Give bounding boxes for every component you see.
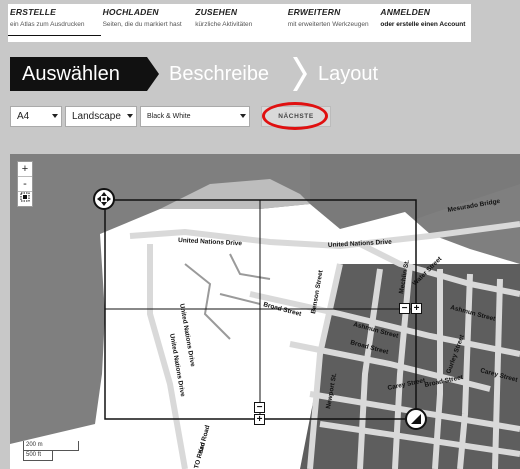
map-canvas[interactable]: United Nations Drive United Nations Driv… [10, 154, 520, 469]
scale-imperial: 500 ft [23, 451, 53, 461]
step-wizard: Auswählen Beschreibe Layout [10, 57, 520, 91]
nav-item-zusehen[interactable]: ZUSEHEN kürzliche Aktivitäten [193, 4, 286, 42]
style-value: Black & White [147, 113, 191, 120]
move-arrows-icon [97, 192, 111, 206]
nav-title: ZUSEHEN [195, 7, 238, 17]
resize-handle[interactable] [405, 408, 427, 430]
step-auswaehlen[interactable]: Auswählen [10, 57, 159, 91]
select-area-button[interactable] [18, 192, 32, 206]
select-area-icon [20, 192, 30, 202]
chevron-down-icon [240, 114, 246, 118]
nav-subtitle: mit erweiterten Werkzeugen [287, 21, 369, 28]
paper-size-select[interactable]: A4 [10, 106, 62, 127]
remove-row-button[interactable]: − [254, 402, 265, 413]
orientation-select[interactable]: Landscape [65, 106, 137, 127]
chevron-down-icon [127, 114, 133, 118]
nav-title: HOCHLADEN [102, 7, 159, 17]
nav-subtitle: kürzliche Aktivitäten [195, 21, 253, 28]
step-beschreibe[interactable]: Beschreibe [169, 57, 269, 91]
nav-item-hochladen[interactable]: HOCHLADEN Seiten, die du markiert hast [101, 4, 194, 42]
next-button[interactable]: NÄCHSTE [261, 106, 331, 127]
paper-size-value: A4 [17, 111, 30, 122]
nav-item-erstelle[interactable]: ERSTELLE ein Atlas zum Ausdrucken [8, 4, 101, 36]
nav-item-erweitern[interactable]: ERWEITERN mit erweiterten Werkzeugen [286, 4, 379, 42]
move-handle[interactable] [93, 188, 115, 210]
nav-title: ANMELDEN [380, 7, 431, 17]
orientation-value: Landscape [72, 111, 121, 122]
nav-item-anmelden[interactable]: ANMELDEN oder erstelle einen Account [378, 4, 471, 42]
step-layout[interactable]: Layout [318, 57, 378, 91]
remove-column-button[interactable]: − [399, 303, 410, 314]
map-view[interactable]: United Nations Drive United Nations Driv… [10, 154, 520, 469]
nav-subtitle: Seiten, die du markiert hast [102, 21, 182, 28]
zoom-in-button[interactable]: + [18, 162, 32, 177]
zoom-controls: + - [17, 161, 33, 207]
top-navigation: ERSTELLE ein Atlas zum Ausdrucken HOCHLA… [8, 4, 471, 42]
add-row-button[interactable]: + [254, 414, 265, 425]
style-select[interactable]: Black & White [140, 106, 250, 127]
chevron-down-icon [52, 114, 58, 118]
scale-metric: 200 m [23, 441, 79, 451]
nav-title: ERWEITERN [287, 7, 341, 17]
chevron-right-icon [293, 57, 307, 91]
add-column-button[interactable]: + [411, 303, 422, 314]
nav-title: ERSTELLE [10, 7, 56, 17]
nav-subtitle: oder erstelle einen Account [380, 21, 466, 28]
nav-subtitle: ein Atlas zum Ausdrucken [10, 21, 85, 28]
resize-corner-icon [411, 414, 421, 424]
zoom-out-button[interactable]: - [18, 177, 32, 192]
